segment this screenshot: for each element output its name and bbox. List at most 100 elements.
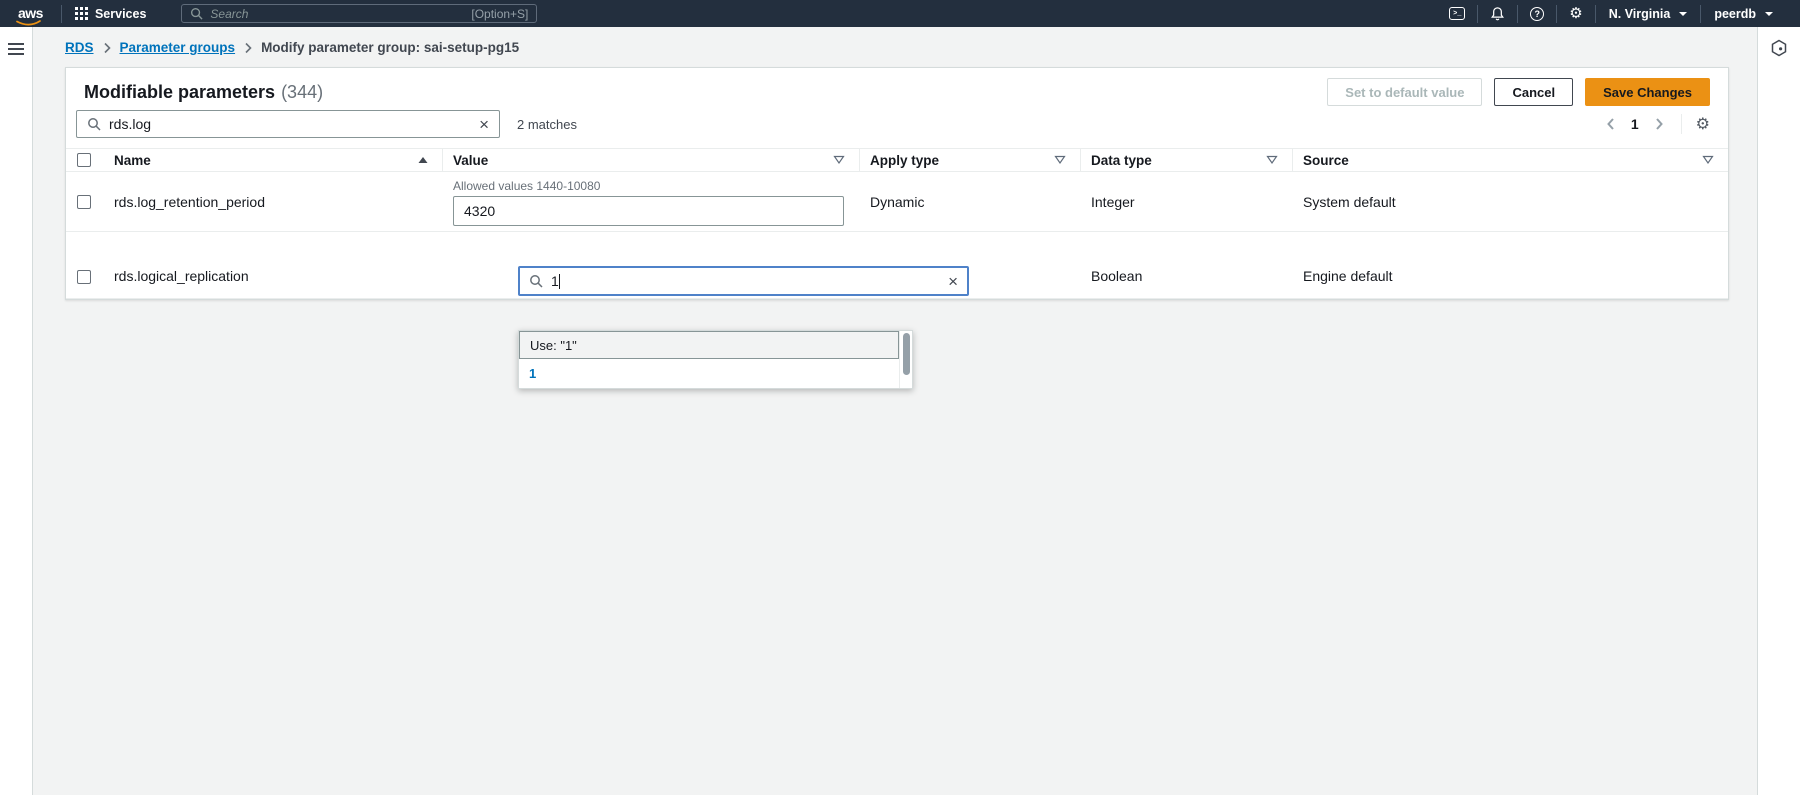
column-label: Source: [1303, 153, 1349, 168]
main-content: RDS Parameter groups Modify parameter gr…: [33, 27, 1757, 795]
clear-filter-icon[interactable]: ×: [479, 116, 489, 133]
column-label: Apply type: [870, 153, 939, 168]
filter-icon[interactable]: [1054, 155, 1066, 165]
hamburger-menu-icon[interactable]: [8, 43, 24, 55]
column-header-apply-type[interactable]: Apply type: [860, 149, 1081, 171]
parameter-filter-input[interactable]: [109, 116, 471, 132]
pagination-divider: [1681, 114, 1682, 134]
chevron-down-icon: [1679, 12, 1687, 16]
card-header: Modifiable parameters (344) Set to defau…: [66, 68, 1728, 106]
table-row: rds.log_retention_period Allowed values …: [66, 172, 1728, 232]
text-cursor: [559, 274, 560, 289]
bell-icon: [1490, 6, 1505, 21]
top-nav: aws Services [Option+S] >_: [0, 0, 1800, 27]
aws-logo-text: aws: [18, 5, 43, 21]
filter-icon[interactable]: [833, 155, 845, 165]
unified-search[interactable]: [Option+S]: [181, 4, 537, 23]
right-rail: [1757, 27, 1800, 795]
row-select-cell: [66, 195, 110, 209]
filter-icon[interactable]: [1702, 155, 1714, 165]
aws-logo[interactable]: aws: [14, 5, 47, 23]
nav-search-input[interactable]: [210, 7, 464, 21]
column-label: Value: [453, 153, 488, 168]
services-grid-icon: [75, 7, 88, 20]
row-checkbox[interactable]: [77, 195, 91, 209]
cloudshell-terminal-icon: >_: [1449, 7, 1465, 20]
search-icon: [87, 117, 101, 131]
combobox-query: 1: [551, 273, 559, 289]
select-all-cell: [66, 153, 110, 167]
suggestions-dropdown: Use: "1" 1: [518, 330, 913, 389]
breadcrumb-link-rds[interactable]: RDS: [65, 40, 94, 55]
column-header-name[interactable]: Name: [110, 149, 443, 171]
source: Engine default: [1293, 268, 1728, 298]
column-header-source[interactable]: Source: [1293, 149, 1728, 171]
scrollbar-thumb[interactable]: [903, 333, 910, 375]
help-button[interactable]: ?: [1518, 0, 1556, 27]
suggestion-option[interactable]: 1: [519, 359, 899, 388]
cloudshell-button[interactable]: >_: [1437, 0, 1477, 27]
sort-ascending-icon: [418, 156, 428, 164]
suggestions-list: Use: "1" 1: [519, 331, 899, 388]
chevron-right-icon: [103, 42, 111, 54]
services-label: Services: [95, 7, 146, 21]
filter-icon[interactable]: [1266, 155, 1278, 165]
gear-icon: ⚙: [1569, 6, 1582, 21]
parameter-name: rds.logical_replication: [110, 268, 443, 298]
column-header-data-type[interactable]: Data type: [1081, 149, 1293, 171]
region-label: N. Virginia: [1609, 7, 1671, 21]
pagination: 1 ⚙: [1603, 114, 1710, 134]
breadcrumb-current: Modify parameter group: sai-setup-pg15: [261, 40, 519, 55]
clear-value-icon[interactable]: ×: [948, 273, 958, 290]
column-label: Name: [114, 153, 151, 168]
data-type: Boolean: [1081, 268, 1293, 298]
dropdown-scrollbar: [899, 331, 912, 388]
row-checkbox[interactable]: [77, 270, 91, 284]
help-icon: ?: [1530, 7, 1544, 21]
data-type: Integer: [1081, 194, 1293, 210]
chevron-down-icon: [1765, 12, 1773, 16]
aws-smile-icon: [16, 20, 42, 27]
nav-right-group: >_ ? ⚙ N. Virginia peerdb: [1437, 0, 1786, 27]
set-to-default-button[interactable]: Set to default value: [1327, 78, 1482, 106]
save-changes-button[interactable]: Save Changes: [1585, 78, 1710, 106]
breadcrumb: RDS Parameter groups Modify parameter gr…: [33, 27, 1757, 64]
page-title: Modifiable parameters: [84, 82, 275, 103]
chevron-left-icon: [1606, 117, 1615, 131]
table-preferences-gear-icon[interactable]: ⚙: [1696, 116, 1710, 132]
page-body: RDS Parameter groups Modify parameter gr…: [0, 27, 1800, 795]
search-shortcut: [Option+S]: [471, 7, 528, 21]
column-header-value[interactable]: Value: [443, 149, 860, 171]
select-all-checkbox[interactable]: [77, 153, 91, 167]
left-rail: [0, 27, 33, 795]
row-select-cell: [66, 270, 110, 298]
source: System default: [1293, 194, 1728, 210]
table-row: rds.logical_replication 1 ×: [66, 232, 1728, 299]
account-label: peerdb: [1714, 7, 1756, 21]
previous-page-button[interactable]: [1603, 117, 1618, 131]
chevron-right-icon: [244, 42, 252, 54]
current-page[interactable]: 1: [1627, 116, 1643, 132]
cancel-button[interactable]: Cancel: [1494, 78, 1573, 106]
parameter-name: rds.log_retention_period: [110, 194, 443, 210]
settings-button[interactable]: ⚙: [1557, 0, 1594, 27]
services-menu[interactable]: Services: [62, 0, 159, 27]
next-page-button[interactable]: [1652, 117, 1667, 131]
amazon-q-icon[interactable]: [1770, 39, 1788, 57]
value-combobox[interactable]: 1 ×: [518, 266, 969, 296]
parameter-count: (344): [281, 82, 323, 103]
breadcrumb-link-parameter-groups[interactable]: Parameter groups: [120, 40, 236, 55]
modifiable-parameters-card: Modifiable parameters (344) Set to defau…: [65, 67, 1729, 300]
value-input[interactable]: [453, 196, 844, 226]
search-icon: [190, 7, 203, 20]
use-value-item[interactable]: Use: "1": [519, 331, 899, 359]
account-menu[interactable]: peerdb: [1701, 0, 1786, 27]
header-actions: Set to default value Cancel Save Changes: [1327, 78, 1710, 106]
parameter-value-cell: 1 × Use: "1" 1: [443, 266, 860, 298]
region-selector[interactable]: N. Virginia: [1596, 0, 1701, 27]
notifications-button[interactable]: [1478, 0, 1517, 27]
search-icon: [529, 274, 543, 288]
apply-type: Dynamic: [860, 194, 1081, 210]
match-count: 2 matches: [517, 117, 577, 132]
column-label: Data type: [1091, 153, 1152, 168]
